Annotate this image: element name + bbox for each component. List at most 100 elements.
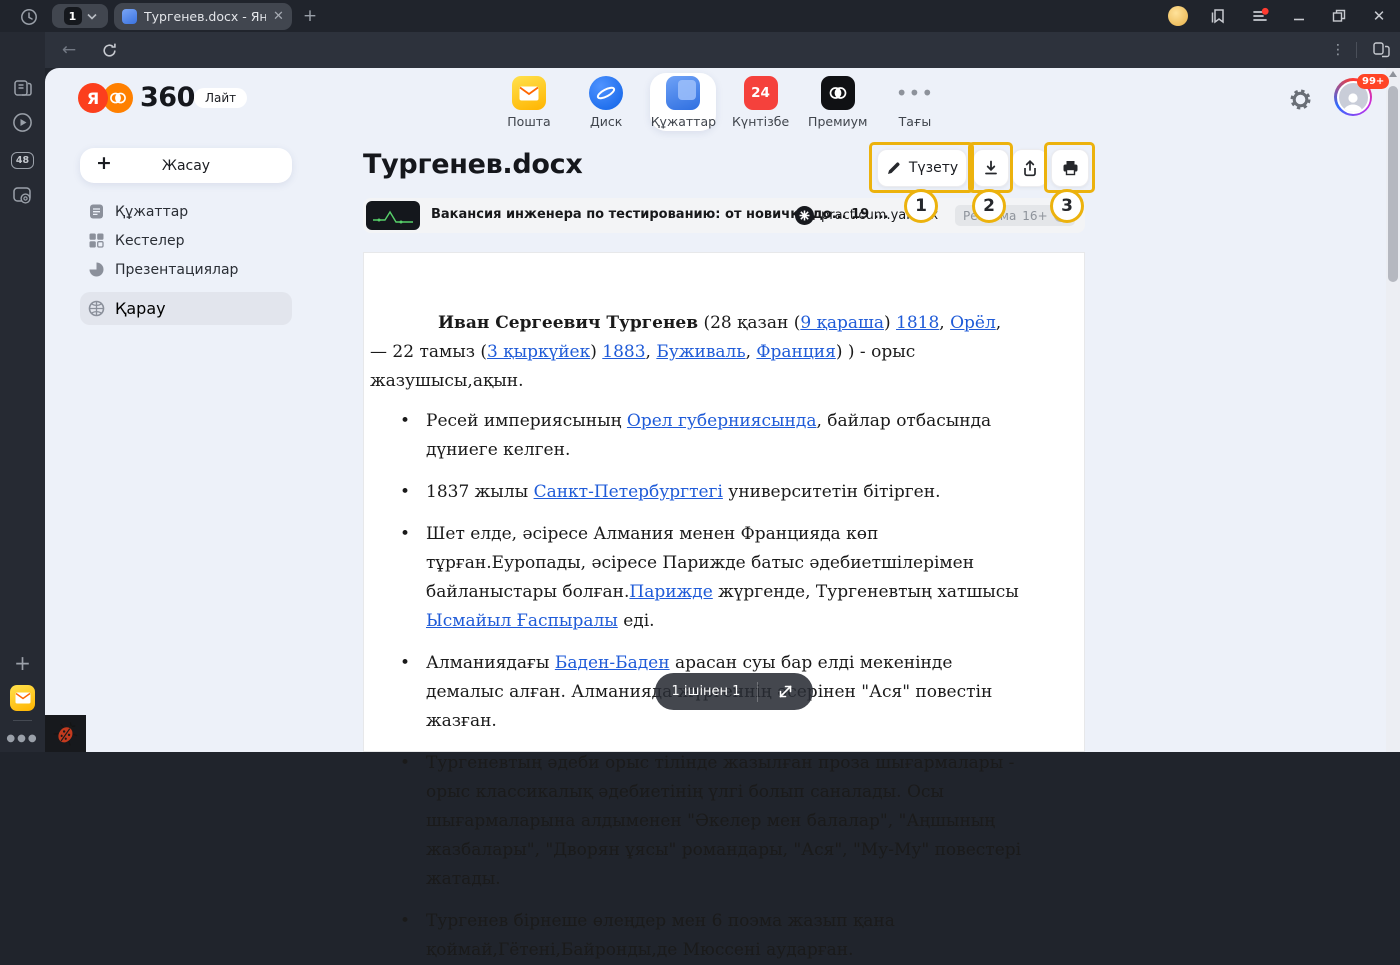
notifications-badge: 99+ (1357, 74, 1389, 89)
page-indicator-text: 1 ішінен 1 (655, 684, 757, 699)
fullscreen-expand-icon[interactable] (758, 683, 813, 700)
bookmarks-panel-icon[interactable] (1206, 4, 1230, 28)
counter-badge[interactable]: 48 (10, 148, 35, 173)
sidebar-item-label: Құжаттар (115, 204, 188, 220)
reload-button[interactable] (97, 38, 121, 62)
tab-title: Тургенев.docx - Яндекс (144, 9, 266, 24)
sidebar-item-documents[interactable]: Құжаттар (80, 197, 292, 226)
doc-link[interactable]: Орел губерниясында (627, 411, 817, 431)
scrollbar-up-arrow[interactable] (1389, 71, 1397, 77)
doc-text: Тургенев бірнеше өлеңдер мен 6 поэма жаз… (426, 911, 895, 960)
browser-tab-strip: 1 Тургенев.docx - Яндекс ✕ + ✕ (0, 0, 1400, 32)
ad-thumbnail (366, 201, 420, 230)
share-button[interactable] (1012, 149, 1048, 187)
app-mail[interactable]: Пошта (496, 73, 562, 131)
app-more[interactable]: ••• Тағы (882, 73, 948, 131)
mail-icon (512, 76, 546, 110)
table-icon (88, 232, 105, 249)
doc-text: университетін бітірген. (723, 482, 941, 502)
doc-link[interactable]: Санкт-Петербургтегі (534, 482, 723, 502)
browser-tab[interactable]: Тургенев.docx - Яндекс ✕ (114, 3, 292, 30)
app-label: Премиум (808, 114, 867, 129)
doc-link[interactable]: 9 қараша (800, 313, 884, 333)
doc-text: , (646, 342, 657, 362)
window-close-button[interactable]: ✕ (1366, 4, 1392, 28)
yandex-logo-icon[interactable]: Я (78, 83, 108, 113)
history-icon[interactable] (17, 5, 41, 29)
disk-icon (589, 76, 623, 110)
browser-menu-icon[interactable] (1248, 4, 1272, 28)
plus-icon: + (96, 152, 112, 174)
settings-gear-icon[interactable] (1288, 87, 1313, 116)
new-tab-button[interactable]: + (299, 5, 321, 27)
sidebar-item-presentations[interactable]: Презентациялар (80, 255, 292, 284)
doc-link[interactable]: Баден-Баден (555, 653, 670, 673)
documents-icon (666, 76, 700, 110)
list-item: Ресей империясының Орел губерниясында, б… (370, 407, 1022, 465)
browser-toolbar: ← docs.yandex.ru Тургенев.docx - Яндекс … (45, 32, 1400, 68)
doc-link[interactable]: 1818 (896, 313, 939, 333)
list-item: Шет елде, әсіресе Алмания менен Францияд… (370, 520, 1022, 636)
tab-group-button[interactable]: 1 (52, 4, 108, 28)
list-item: 1837 жылы Санкт-Петербургтегі университе… (370, 478, 1022, 507)
collections-icon[interactable] (1369, 39, 1393, 61)
scrollbar-thumb[interactable] (1388, 86, 1398, 282)
yandex-mail-app-icon[interactable] (10, 685, 35, 710)
page-indicator-pill[interactable]: 1 ішінен 1 (655, 673, 813, 710)
practicum-logo-icon (795, 206, 814, 225)
feed-icon[interactable] (10, 74, 35, 99)
tab-close-icon[interactable]: ✕ (273, 9, 284, 24)
toolbar-menu-icon[interactable]: ⋮ (1328, 40, 1348, 60)
add-panel-icon[interactable]: + (10, 650, 35, 675)
create-button[interactable]: + Жасау (80, 148, 292, 183)
share-icon (1022, 160, 1038, 177)
profile-avatar[interactable] (1166, 4, 1190, 28)
pie-chart-icon (88, 261, 105, 278)
doc-link[interactable]: Парижде (629, 582, 712, 602)
doc-text: Алманиядағы (426, 653, 555, 673)
app-premium[interactable]: Премиум (805, 73, 871, 131)
browser-side-panel: 48 + ●●● (0, 32, 45, 752)
sidebar-item-label: Кестелер (115, 233, 184, 249)
app-disk[interactable]: Диск (573, 73, 639, 131)
globe-icon (88, 300, 105, 317)
app-label: Пошта (507, 114, 550, 129)
ad-headline: Вакансия инженера по тестированию: от но… (431, 207, 889, 222)
calendar-icon: 24 (744, 76, 778, 110)
sidebar-item-view[interactable]: Қарау (80, 292, 292, 325)
toolbar-divider (1356, 42, 1357, 58)
sidebar-item-tables[interactable]: Кестелер (80, 226, 292, 255)
doc-text: , (939, 313, 950, 333)
doc-link[interactable]: Орёл (950, 313, 996, 333)
doc-link[interactable]: 3 қыркүйек (487, 342, 590, 362)
brand-360-text: 360 (140, 82, 195, 113)
doc-intro-paragraph: Иван Сергеевич Тургенев (28 қазан (9 қар… (370, 309, 1022, 396)
callout-rect-2 (968, 142, 1013, 193)
doc-link[interactable]: Ысмайыл Ғаспыралы (426, 611, 618, 631)
app-switcher: Пошта Диск Құжаттар 24 Күнтізбе Премиум … (496, 73, 948, 131)
sidebar-more-icon[interactable]: ●●● (10, 726, 35, 751)
app-documents[interactable]: Құжаттар (650, 73, 716, 131)
more-apps-icon: ••• (898, 76, 932, 110)
back-button[interactable]: ← (57, 38, 81, 62)
doc-text: (28 қазан ( (698, 313, 800, 333)
doc-link[interactable]: Франция (756, 342, 835, 362)
docs-favicon-icon (122, 9, 137, 24)
window-minimize-button[interactable] (1286, 4, 1312, 28)
screenshot-icon[interactable] (10, 182, 35, 207)
doc-text: Иван Сергеевич Тургенев (438, 313, 698, 333)
doc-link[interactable]: Буживаль (656, 342, 745, 362)
app-calendar[interactable]: 24 Күнтізбе (728, 73, 794, 131)
app-label: Диск (590, 114, 622, 129)
callout-number-2: 2 (972, 189, 1006, 223)
sidebar-divider (13, 720, 32, 721)
video-play-icon[interactable] (10, 110, 35, 135)
list-item: Тургеневтың әдеби орыс тілінде жазылған … (370, 749, 1022, 894)
window-restore-button[interactable] (1326, 4, 1352, 28)
scrollbar[interactable] (1386, 68, 1400, 752)
doc-link[interactable]: 1883 (602, 342, 645, 362)
app-label: Күнтізбе (732, 114, 789, 129)
doc-title: Тургенев.docx (363, 149, 582, 180)
doc-text: ) (590, 342, 602, 362)
doc-text: , (746, 342, 757, 362)
